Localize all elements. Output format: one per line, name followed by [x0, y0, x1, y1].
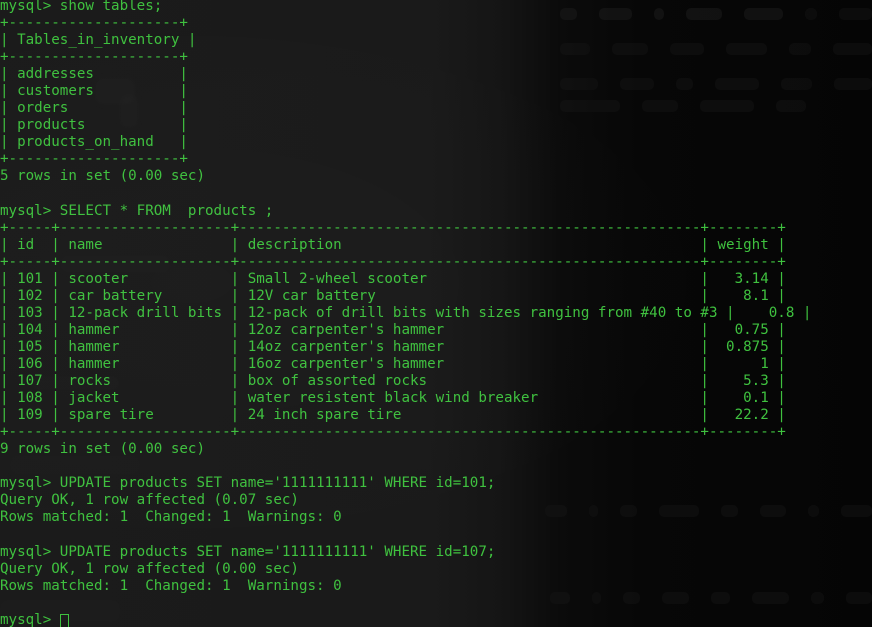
terminal-line: mysql> UPDATE products SET name='1111111…	[0, 475, 496, 492]
terminal-line: | 104 | hammer | 12oz carpenter's hammer…	[0, 321, 786, 338]
terminal-line: | id | name | description | weight |	[0, 236, 786, 253]
terminal-line: | 107 | rocks | box of assorted rocks | …	[0, 373, 786, 390]
terminal-line: +-----+--------------------+------------…	[0, 424, 786, 441]
terminal-line: +-----+--------------------+------------…	[0, 253, 786, 270]
terminal-line: | 108 | jacket | water resistent black w…	[0, 390, 786, 407]
terminal-line: | orders |	[0, 100, 188, 117]
terminal-line: +--------------------+	[0, 15, 188, 32]
terminal-line: | 103 | 12-pack drill bits | 12-pack of …	[0, 304, 812, 321]
terminal-line: Query OK, 1 row affected (0.00 sec)	[0, 560, 299, 577]
terminal-line: | customers |	[0, 83, 188, 100]
terminal-line: mysql> UPDATE products SET name='1111111…	[0, 543, 496, 560]
terminal-line: mysql> show tables;	[0, 0, 163, 14]
terminal-line: 9 rows in set (0.00 sec)	[0, 441, 205, 458]
terminal-line: +--------------------+	[0, 49, 188, 66]
terminal-line: | 101 | scooter | Small 2-wheel scooter …	[0, 270, 786, 287]
terminal-line: | products_on_hand |	[0, 134, 188, 151]
terminal-line: Rows matched: 1 Changed: 1 Warnings: 0	[0, 509, 342, 526]
terminal-line: | 109 | spare tire | 24 inch spare tire …	[0, 407, 786, 424]
terminal-line: | products |	[0, 117, 188, 134]
terminal-window[interactable]: mysql> show tables; +--------------------…	[0, 0, 872, 627]
text-cursor	[59, 613, 69, 627]
terminal-line: 5 rows in set (0.00 sec)	[0, 168, 205, 185]
prompt-line: mysql>	[0, 612, 872, 627]
terminal-line: Query OK, 1 row affected (0.07 sec)	[0, 492, 299, 509]
terminal-line: | Tables_in_inventory |	[0, 32, 197, 49]
terminal-line: Rows matched: 1 Changed: 1 Warnings: 0	[0, 577, 342, 594]
terminal-line: +-----+--------------------+------------…	[0, 219, 786, 236]
terminal-line: | addresses |	[0, 66, 188, 83]
terminal-line: mysql> SELECT * FROM products ;	[0, 202, 274, 219]
terminal-line: | 106 | hammer | 16oz carpenter's hammer…	[0, 355, 786, 372]
terminal-line: | 105 | hammer | 14oz carpenter's hammer…	[0, 338, 786, 355]
terminal-line: +--------------------+	[0, 151, 188, 168]
terminal-line: | 102 | car battery | 12V car battery | …	[0, 287, 786, 304]
terminal-output: mysql> show tables; +--------------------…	[0, 0, 872, 627]
